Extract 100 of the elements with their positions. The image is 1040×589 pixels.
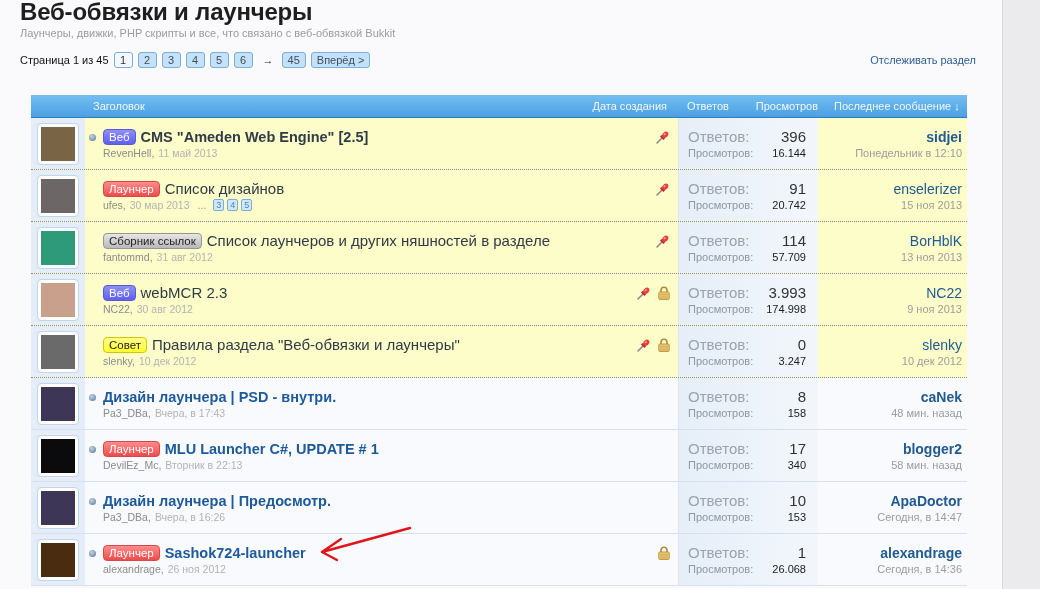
last-poster-link[interactable]: sidjei [926, 128, 962, 146]
replies-label: Ответов: [688, 232, 751, 250]
page-link[interactable]: 4 [185, 52, 205, 68]
last-post-date: Сегодня, в 14:36 [877, 562, 962, 576]
author-link[interactable]: Pa3_DBa, [103, 406, 151, 420]
replies-label: Ответов: [688, 492, 751, 510]
thread-date: Вторник в 22:13 [165, 458, 243, 472]
last-post-date: 48 мин. назад [891, 406, 962, 420]
thread-title-link[interactable]: webMCR 2.3 [140, 284, 228, 302]
last-poster-link[interactable]: NC22 [926, 284, 962, 302]
prefix-tag[interactable]: Веб [103, 285, 136, 301]
views-count: 340 [787, 458, 806, 472]
watch-section-link[interactable]: Отслеживать раздел [870, 53, 976, 67]
thread-date: 10 дек 2012 [138, 354, 197, 368]
last-post-date: Сегодня, в 14:47 [877, 510, 962, 524]
thread-title-link[interactable]: Правила раздела "Веб-обвязки и лаунчеры" [151, 336, 460, 354]
replies-label: Ответов: [688, 388, 751, 406]
last-post-date: 15 ноя 2013 [901, 198, 962, 212]
views-label: Просмотров: [688, 354, 755, 368]
author-link[interactable]: NC22, [103, 302, 133, 316]
page-link[interactable]: 5 [209, 52, 229, 68]
thread-title-link[interactable]: MLU Launcher C#, UPDATE # 1 [164, 440, 379, 458]
prefix-tag[interactable]: Сборник ссылок [103, 233, 202, 249]
thread-title-link[interactable]: Дизайн лаунчера | PSD - внутри. [103, 388, 337, 406]
views-label: Просмотров: [688, 146, 755, 160]
views-count: 20.742 [772, 198, 806, 212]
views-count: 153 [787, 510, 806, 524]
replies-count: 396 [779, 128, 806, 146]
replies-label: Ответов: [688, 440, 751, 458]
thread-date: Вчера, в 17:43 [154, 406, 226, 420]
views-label: Просмотров: [688, 406, 755, 420]
author-link[interactable]: Pa3_DBa, [103, 510, 151, 524]
author-link[interactable]: RevenHell, [103, 146, 155, 160]
replies-count: 8 [796, 388, 806, 406]
avatar-image[interactable] [37, 538, 79, 581]
views-count: 57.709 [772, 250, 806, 264]
thread-title-link[interactable]: Список дизайнов [164, 180, 285, 198]
views-count: 16.144 [772, 146, 806, 160]
replies-count: 3.993 [767, 284, 806, 302]
replies-count: 17 [788, 440, 806, 458]
jump-arrow: → [262, 53, 274, 67]
last-poster-link[interactable]: enselerizer [893, 180, 962, 198]
author-link[interactable]: fantommd, [103, 250, 153, 264]
author-link[interactable]: ufes, [103, 198, 126, 212]
page-counter: Страница 1 из 45 [20, 53, 109, 67]
ellipsis: ... [197, 198, 207, 212]
replies-label: Ответов: [688, 128, 751, 146]
thread-date: 11 май 2013 [158, 146, 218, 160]
views-count: 3.247 [778, 354, 806, 368]
last-post-date: 13 ноя 2013 [901, 250, 962, 264]
views-label: Просмотров: [688, 458, 755, 472]
replies-count: 1 [796, 544, 806, 562]
last-poster-link[interactable]: BorHblK [909, 232, 962, 250]
page-link[interactable]: 45 [281, 52, 306, 68]
avatar-image[interactable] [37, 382, 79, 425]
views-count: 158 [787, 406, 806, 420]
page-link[interactable]: 3 [161, 52, 181, 68]
views-label: Просмотров: [688, 198, 755, 212]
thread-date: 30 авг 2012 [136, 302, 193, 316]
last-post-date: Понедельник в 12:10 [855, 146, 962, 160]
thread-date: 31 авг 2012 [156, 250, 213, 264]
thread-date: Вчера, в 16:26 [154, 510, 226, 524]
page-link[interactable]: 1 [113, 52, 133, 68]
avatar-image[interactable] [37, 434, 79, 477]
next-page-button[interactable]: Вперёд > [310, 52, 371, 68]
replies-label: Ответов: [688, 284, 751, 302]
views-count: 26.068 [772, 562, 806, 576]
thread-date: 30 мар 2013 [129, 198, 190, 212]
replies-count: 91 [788, 180, 806, 198]
page-link[interactable]: 2 [137, 52, 157, 68]
replies-count: 114 [781, 232, 806, 250]
prefix-tag[interactable]: Совет [103, 337, 147, 353]
author-link[interactable]: alexandrage, [103, 562, 164, 576]
last-post-date: 10 дек 2012 [901, 354, 962, 368]
last-poster-link[interactable]: alexandrage [880, 544, 962, 562]
thread-title-link[interactable]: Список лаунчеров и других няшностей в разделе [206, 232, 551, 250]
thread-title-link[interactable]: CMS "Ameden Web Engine" [2.5] [140, 128, 369, 146]
thread-date: 26 ноя 2012 [167, 562, 226, 576]
last-post-date: 58 мин. назад [891, 458, 962, 472]
author-link[interactable]: slenky, [103, 354, 135, 368]
replies-label: Ответов: [688, 336, 751, 354]
last-poster-link[interactable]: ApaDoctor [890, 492, 962, 510]
page-link[interactable]: 6 [233, 52, 253, 68]
section-description: Лаунчеры, движки, PHP скрипты и все, что связано с веб-обвязкой Bukkit [20, 27, 396, 40]
last-poster-link[interactable]: blogger2 [902, 440, 962, 458]
avatar-image[interactable] [37, 486, 79, 529]
views-label: Просмотров: [688, 510, 755, 524]
views-label: Просмотров: [688, 302, 755, 316]
replies-label: Ответов: [688, 180, 751, 198]
replies-label: Ответов: [688, 544, 751, 562]
views-label: Просмотров: [688, 250, 755, 264]
thread-title-link[interactable]: Дизайн лаунчера | Предосмотр. [103, 492, 331, 510]
views-label: Просмотров: [688, 562, 755, 576]
last-poster-link[interactable]: slenky [922, 336, 962, 354]
replies-count: 10 [788, 492, 806, 510]
prefix-tag[interactable]: Веб [103, 129, 136, 145]
replies-count: 0 [796, 336, 806, 354]
thread-title-link[interactable]: Sashok724-launcher [164, 544, 306, 562]
author-link[interactable]: DevilEz_Mc, [103, 458, 162, 472]
last-poster-link[interactable]: caNek [920, 388, 962, 406]
